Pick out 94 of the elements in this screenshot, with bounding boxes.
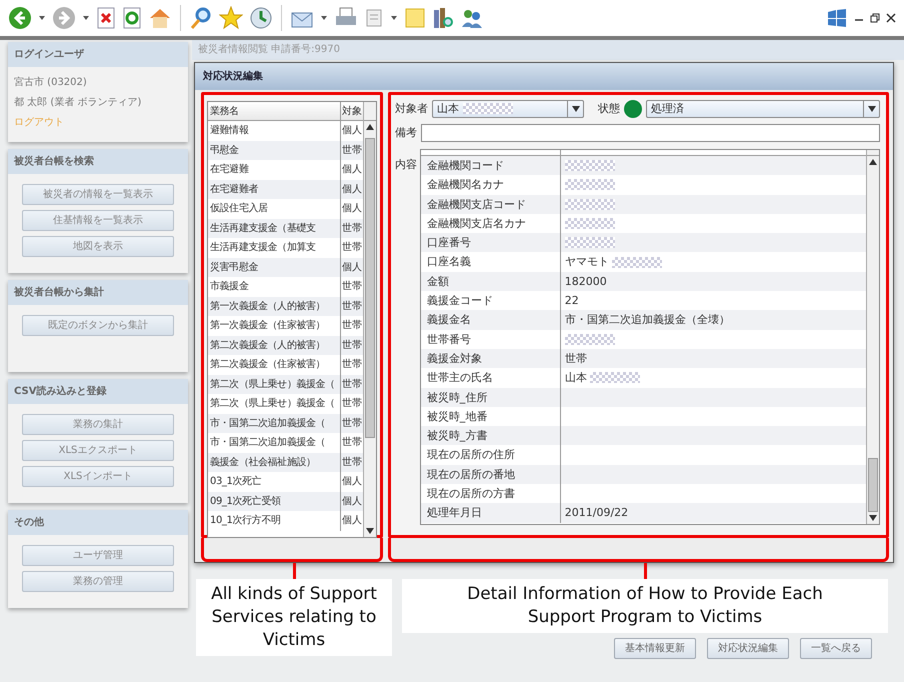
- field-label: 対象者: [395, 100, 428, 117]
- target-type[interactable]: 世帯: [341, 374, 363, 394]
- annotation-stem: [644, 563, 646, 579]
- field-label: 内容: [395, 157, 417, 173]
- field-label: 備考: [395, 124, 417, 141]
- section-title: CSV読み込みと登録: [8, 379, 188, 404]
- target-type[interactable]: 個人: [341, 472, 363, 492]
- target-type[interactable]: 個人: [341, 121, 363, 140]
- user-info: 宮古市 (03202): [14, 76, 88, 90]
- refresh-icon[interactable]: [122, 7, 142, 29]
- books-icon[interactable]: [432, 6, 454, 30]
- footer-button[interactable]: 一覧へ戻る: [800, 638, 872, 660]
- field-name: 義援金対象: [420, 348, 561, 368]
- page-title: 被災者情報閲覧 申請番号:9970: [192, 40, 904, 60]
- scrollbar[interactable]: [866, 150, 879, 524]
- home-icon[interactable]: [148, 7, 172, 29]
- service-name[interactable]: 09_1次死亡受領: [208, 492, 341, 511]
- dropdown-arrow-icon[interactable]: [868, 106, 876, 112]
- field-name: 被災時_住所: [420, 388, 561, 407]
- target-type[interactable]: 世帯: [341, 414, 363, 433]
- close-icon[interactable]: [886, 13, 896, 23]
- field-name: 義援金名: [420, 310, 561, 330]
- field-value: 市・国第二次追加義援金（全壊）: [564, 312, 730, 328]
- target-type[interactable]: 世帯: [341, 355, 363, 374]
- footer-button[interactable]: 対応状況編集: [707, 638, 789, 660]
- target-combobox[interactable]: 山本: [432, 100, 584, 118]
- service-name[interactable]: 第二次（県上乗せ）義援金（: [208, 374, 341, 394]
- remarks-field[interactable]: [421, 124, 880, 142]
- field-name: 処理年月日: [420, 503, 561, 523]
- service-name[interactable]: 災害弔慰金: [208, 258, 341, 277]
- dialog-title: 対応状況編集: [195, 63, 893, 90]
- target-type[interactable]: 個人: [341, 160, 363, 180]
- field-name: 被災時_方書: [420, 426, 561, 446]
- annotation-callout: Detail Information of How to Provide Each Support Program to Victims: [402, 579, 888, 633]
- section-title: 被災者台帳を検索: [8, 149, 188, 174]
- service-name[interactable]: 第二次義援金（人的被害）: [208, 336, 341, 355]
- target-type[interactable]: 世帯: [341, 238, 363, 258]
- target-type[interactable]: 世帯: [341, 218, 363, 238]
- document-icon[interactable]: [364, 7, 384, 29]
- field-name: 口座番号: [420, 233, 561, 252]
- column-header[interactable]: 対象: [341, 102, 363, 120]
- annotation-callout: All kinds of Support Services relating to Victims: [196, 579, 392, 656]
- target-type[interactable]: 世帯: [341, 394, 363, 414]
- field-value: 2011/09/22: [564, 505, 628, 522]
- field-value: 182000: [564, 274, 607, 290]
- target-type[interactable]: 世帯: [341, 433, 363, 452]
- service-name[interactable]: 生活再建支援金（基礎支: [208, 218, 341, 238]
- footer-button[interactable]: 基本情報更新: [614, 638, 696, 660]
- target-type[interactable]: 個人: [341, 511, 363, 530]
- people-icon[interactable]: [460, 7, 484, 29]
- target-type[interactable]: 世帯: [341, 316, 363, 336]
- star-icon[interactable]: [219, 6, 243, 30]
- field-value: 世帯: [564, 350, 587, 367]
- target-type[interactable]: 世帯: [341, 140, 363, 160]
- section-title: 被災者台帳から集計: [8, 280, 188, 305]
- field-name: 金融機関支店コード: [420, 194, 561, 214]
- section-title: ログインユーザ: [8, 42, 188, 67]
- service-name[interactable]: 弔慰金: [208, 140, 341, 160]
- restore-icon[interactable]: [870, 13, 880, 23]
- annotation-stem: [292, 563, 296, 579]
- stop-icon[interactable]: [96, 7, 116, 29]
- field-value: 山本: [564, 370, 587, 386]
- status-combobox[interactable]: 処理済: [646, 100, 880, 118]
- column-header[interactable]: 業務名: [208, 102, 341, 120]
- history-icon[interactable]: [249, 6, 273, 30]
- back-icon[interactable]: [8, 6, 32, 30]
- field-label: 状態: [598, 100, 620, 117]
- field-name: 現在の居所の番地: [420, 464, 561, 484]
- service-name[interactable]: 市・国第二次追加義援金（: [208, 414, 341, 433]
- scrollbar[interactable]: [363, 102, 376, 537]
- combobox-value: 山本: [437, 102, 459, 115]
- scrollbar-thumb[interactable]: [365, 138, 375, 438]
- target-type[interactable]: 個人: [341, 258, 363, 277]
- field-value: 22: [564, 293, 579, 310]
- target-type[interactable]: 個人: [341, 199, 363, 218]
- user-info: 都 太郎 (業者 ボランティア): [14, 96, 142, 110]
- target-type[interactable]: 個人: [341, 492, 363, 511]
- search-icon[interactable]: [189, 6, 213, 30]
- target-type[interactable]: 世帯: [341, 277, 363, 296]
- target-type[interactable]: 個人: [341, 180, 363, 199]
- target-type[interactable]: 世帯: [341, 296, 363, 316]
- service-name[interactable]: 第一次義援金（人的被害）: [208, 296, 341, 316]
- field-name: 金額: [420, 272, 561, 292]
- section-title: その他: [8, 510, 188, 535]
- target-type[interactable]: 世帯: [341, 336, 363, 355]
- windows-logo-icon: [826, 8, 848, 28]
- field-value: ヤマモト: [564, 254, 609, 270]
- field-name: 金融機関コード: [420, 156, 561, 176]
- service-name[interactable]: 義援金（社会福祉施設）: [208, 452, 341, 472]
- target-type[interactable]: 世帯: [341, 452, 363, 472]
- service-name[interactable]: 在宅避難者: [208, 180, 341, 199]
- dropdown-arrow-icon[interactable]: [572, 106, 580, 112]
- scrollbar-thumb[interactable]: [868, 458, 878, 512]
- service-name[interactable]: 10_1次行方不明: [208, 511, 341, 530]
